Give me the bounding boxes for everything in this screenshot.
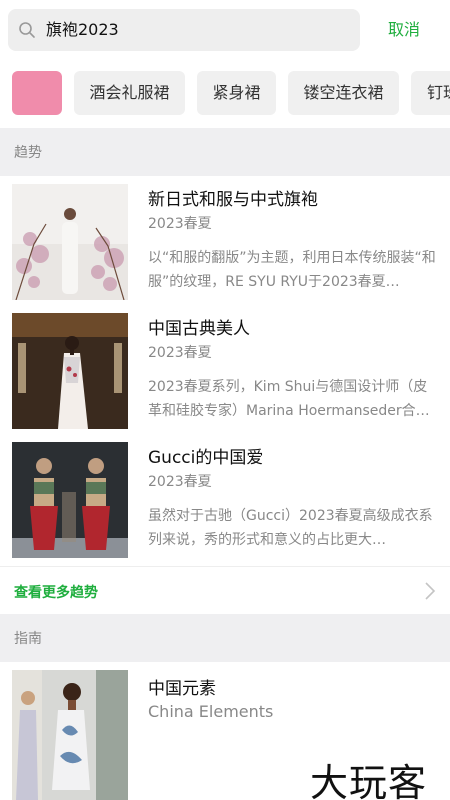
search-icon — [19, 22, 35, 38]
trends-section-header: 趋势 — [0, 128, 450, 176]
cancel-button[interactable]: 取消 — [388, 19, 420, 41]
filter-chips: 酒会礼服裙 紧身裙 镂空连衣裙 钉珠 — [0, 71, 450, 115]
trend-card[interactable]: Gucci的中国爱 2023春夏 虽然对于古驰（Gucci）2023春夏高级成衣… — [0, 442, 450, 572]
trend-title: Gucci的中国爱 — [148, 448, 264, 468]
guide-title: 中国元素 — [148, 679, 216, 699]
trend-card[interactable]: 新日式和服与中式旗袍 2023春夏 以“和服的翻版”为主题，利用日本传统服装“和… — [0, 184, 450, 314]
search-query: 旗袍2023 — [46, 20, 119, 39]
chip-beaded[interactable]: 钉珠 — [411, 71, 450, 115]
trend-season: 2023春夏 — [148, 474, 212, 490]
trend-description: 以“和服的翻版”为主题，利用日本传统服装“和服”的纹理，RE SYU RYU于2… — [148, 250, 436, 290]
trend-description: 2023春夏系列，Kim Shui与德国设计师（皮革和硅胶专家）Marina H… — [148, 379, 430, 419]
color-swatch-chip[interactable] — [12, 71, 62, 115]
trend-thumbnail-image — [12, 442, 128, 558]
guide-section-header: 指南 — [0, 614, 450, 662]
trend-thumbnail-image — [12, 184, 128, 300]
guide-header-label: 指南 — [14, 631, 42, 647]
trend-description: 虽然对于古驰（Gucci）2023春夏高级成衣系列来说，秀的形式和意义的占比更大… — [148, 508, 433, 548]
trend-title: 中国古典美人 — [148, 319, 250, 339]
guide-subtitle: China Elements — [148, 702, 274, 721]
trend-thumbnail-image — [12, 313, 128, 429]
trends-header-label: 趋势 — [14, 145, 42, 161]
see-more-trends-link[interactable]: 查看更多趋势 — [0, 566, 450, 614]
trend-season: 2023春夏 — [148, 345, 212, 361]
chip-bodycon-skirt[interactable]: 紧身裙 — [197, 71, 276, 115]
search-bar: 旗袍2023 取消 — [0, 0, 450, 60]
chip-hollow-dress[interactable]: 镂空连衣裙 — [288, 71, 399, 115]
chevron-right-icon — [425, 582, 436, 600]
guide-thumbnail-image — [12, 670, 128, 800]
chip-cocktail-dress[interactable]: 酒会礼服裙 — [74, 71, 185, 115]
see-more-trends-label: 查看更多趋势 — [14, 585, 98, 601]
watermark-logo: 大玩客 — [310, 761, 428, 800]
search-input[interactable]: 旗袍2023 — [8, 9, 360, 51]
trend-card[interactable]: 中国古典美人 2023春夏 2023春夏系列，Kim Shui与德国设计师（皮革… — [0, 313, 450, 443]
trend-season: 2023春夏 — [148, 216, 212, 232]
trend-title: 新日式和服与中式旗袍 — [148, 190, 318, 210]
